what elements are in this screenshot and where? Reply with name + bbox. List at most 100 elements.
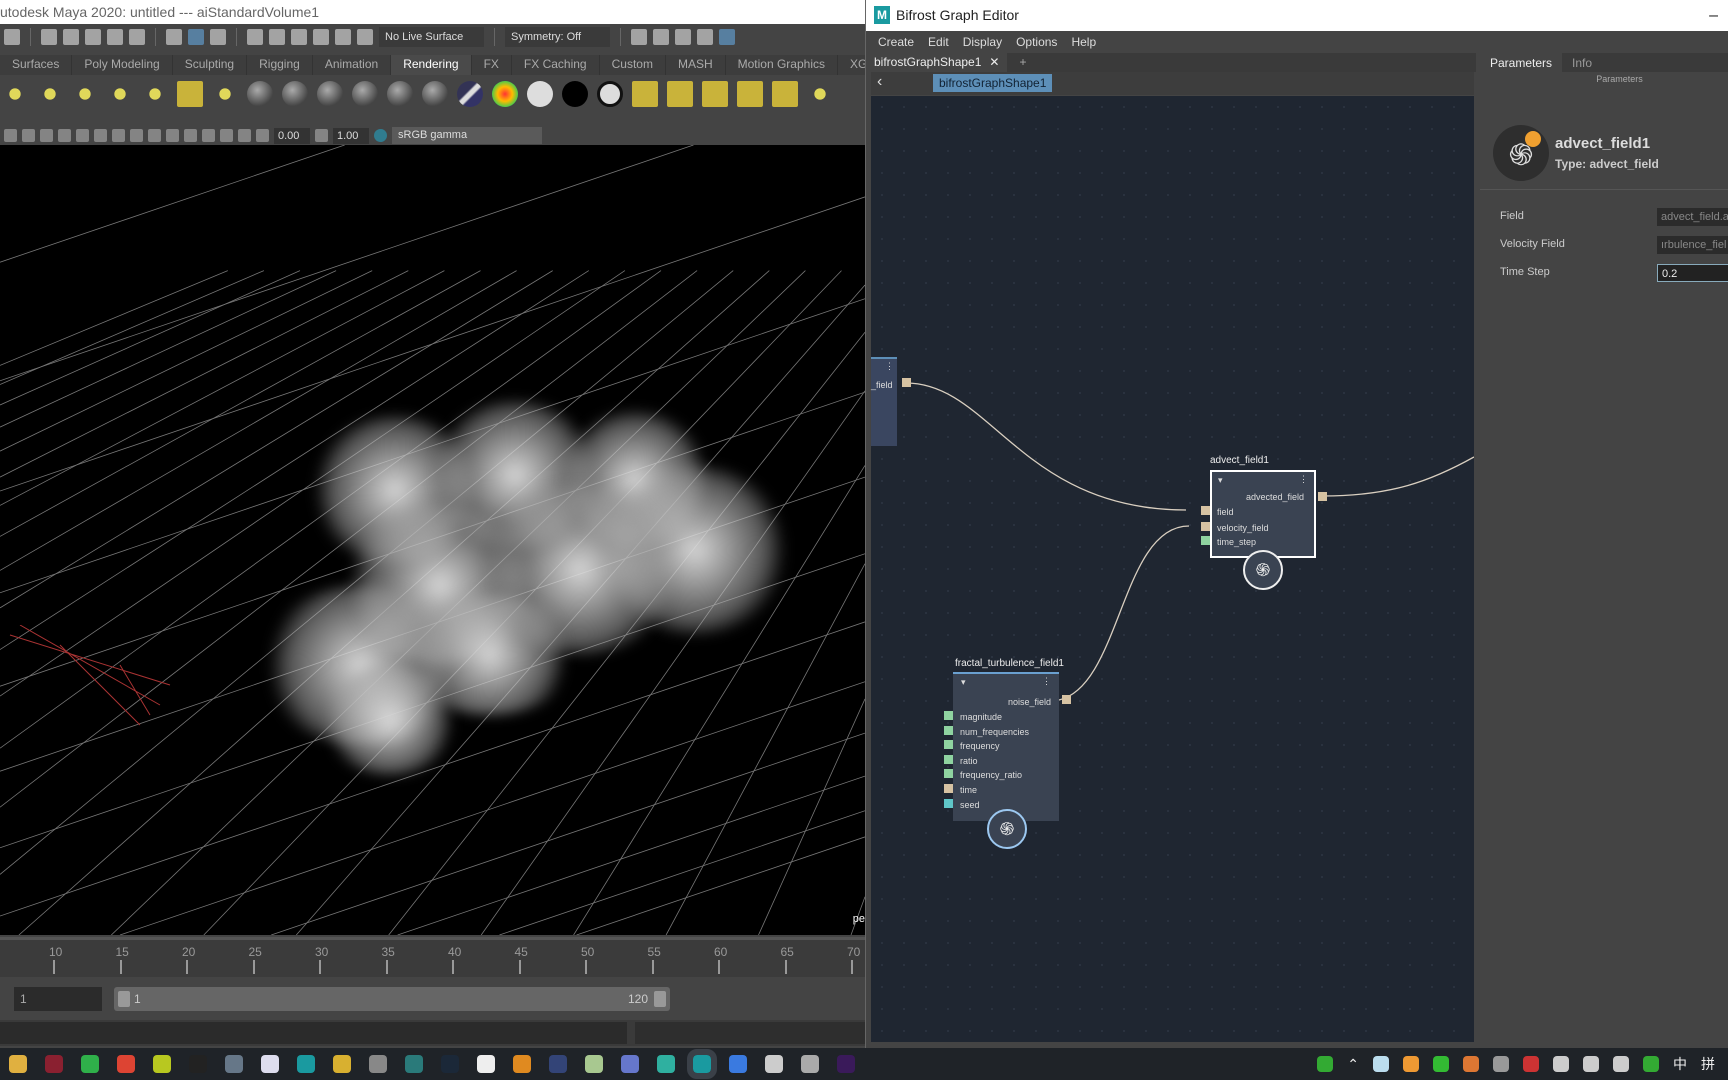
time-port[interactable]	[944, 784, 953, 793]
open-scene-icon[interactable]	[63, 29, 79, 45]
ipr-render-icon[interactable]	[675, 29, 691, 45]
color-management-icon[interactable]	[374, 129, 387, 142]
tab-bifrostGraphShape1[interactable]: bifrostGraphShape1 ✕	[866, 53, 1008, 72]
shelf-sphere-icon[interactable]	[422, 81, 448, 107]
shelf-tile-icon[interactable]	[667, 81, 693, 107]
wireframe-icon[interactable]	[112, 129, 125, 142]
tray-volume-icon[interactable]	[1613, 1056, 1629, 1072]
frequency-port[interactable]	[944, 740, 953, 750]
taskbar-app-red-icon[interactable]	[45, 1055, 63, 1073]
textured-icon[interactable]	[148, 129, 161, 142]
color-space-dropdown[interactable]: sRGB gamma	[392, 127, 542, 144]
snap-point-icon[interactable]	[291, 29, 307, 45]
live-surface-field[interactable]: No Live Surface	[379, 27, 484, 47]
tab-parameters[interactable]: Parameters	[1480, 53, 1563, 72]
node-menu-icon[interactable]: ⋮	[1299, 474, 1308, 485]
shelf-tab-sculpting[interactable]: Sculpting	[173, 55, 248, 75]
collapse-icon[interactable]: ▾	[961, 677, 966, 688]
velocity-field-port[interactable]	[1201, 522, 1210, 531]
shelf-sphere-icon[interactable]	[387, 81, 413, 107]
shelf-stripe-icon[interactable]	[457, 81, 483, 107]
tray-ime-icon[interactable]: 中	[1673, 1054, 1687, 1074]
snap-curve-icon[interactable]	[269, 29, 285, 45]
menu-set-dropdown[interactable]	[4, 29, 20, 45]
lights-icon[interactable]	[166, 129, 179, 142]
field-port[interactable]	[1201, 506, 1210, 515]
taskbar-vr-icon[interactable]	[549, 1055, 567, 1073]
tray-battery-icon[interactable]	[1583, 1056, 1599, 1072]
magnitude-port[interactable]	[944, 711, 953, 720]
ao-icon[interactable]	[202, 129, 215, 142]
shelf-light-icon[interactable]	[72, 81, 98, 107]
close-tab-icon[interactable]: ✕	[989, 55, 999, 70]
3d-viewport[interactable]: pe	[0, 145, 865, 935]
taskbar-explorer-icon[interactable]	[9, 1055, 27, 1073]
menu-display[interactable]: Display	[963, 31, 1002, 53]
taskbar-app-cloud-icon[interactable]	[765, 1055, 783, 1073]
shelf-tab-fx-caching[interactable]: FX Caching	[512, 55, 600, 75]
shelf-light-icon[interactable]	[212, 81, 238, 107]
smooth-shade-icon[interactable]	[130, 129, 143, 142]
ratio-port[interactable]	[944, 754, 953, 764]
shelf-tile-icon[interactable]	[632, 81, 658, 107]
taskbar-c4d-icon[interactable]	[621, 1055, 639, 1073]
tray-pen-icon[interactable]	[1643, 1056, 1659, 1072]
taskbar-notepad-icon[interactable]	[333, 1055, 351, 1073]
film-gate-icon[interactable]	[58, 129, 71, 142]
shelf-tab-surfaces[interactable]: Surfaces	[0, 55, 73, 75]
taskbar-recycle-icon[interactable]	[405, 1055, 423, 1073]
shelf-tile-icon[interactable]	[702, 81, 728, 107]
tray-wechat-icon[interactable]	[1463, 1056, 1479, 1072]
shelf-light-icon[interactable]	[107, 81, 133, 107]
exposure-field[interactable]: 0.00	[274, 127, 310, 144]
snap-view-icon[interactable]	[313, 29, 329, 45]
tray-network-icon[interactable]	[1523, 1056, 1539, 1072]
time-step-input[interactable]: 0.2	[1657, 264, 1728, 282]
render-settings-icon[interactable]	[697, 29, 713, 45]
shelf-tab-poly-modeling[interactable]: Poly Modeling	[72, 55, 173, 75]
num-frequencies-port[interactable]	[944, 725, 953, 735]
new-scene-icon[interactable]	[41, 29, 57, 45]
connection-velocity[interactable]	[1058, 525, 1190, 701]
collapse-icon[interactable]: ▾	[1218, 475, 1223, 486]
shelf-tab-fx[interactable]: FX	[472, 55, 512, 75]
isolate-icon[interactable]	[220, 129, 233, 142]
taskbar-calculator-icon[interactable]	[225, 1055, 243, 1073]
taskbar-maya-icon[interactable]	[297, 1055, 315, 1073]
shelf-sphere-icon[interactable]	[352, 81, 378, 107]
command-input[interactable]	[0, 1022, 627, 1044]
time-step-port[interactable]	[1201, 536, 1210, 545]
connection-advected-out[interactable]	[1322, 456, 1474, 497]
taskbar-steam-icon[interactable]	[441, 1055, 459, 1073]
advected-field-port[interactable]	[1318, 492, 1327, 501]
range-end-handle[interactable]	[654, 991, 666, 1007]
shelf-tab-rendering[interactable]: Rendering	[391, 55, 472, 75]
tray-ime-icon[interactable]: 拼	[1701, 1054, 1715, 1074]
back-arrow-icon[interactable]: ‹	[877, 73, 882, 91]
taskbar-app-gray-icon[interactable]	[369, 1055, 387, 1073]
taskbar-premiere-icon[interactable]	[837, 1055, 855, 1073]
select-object-icon[interactable]	[188, 29, 204, 45]
shelf-tile-icon[interactable]	[177, 81, 203, 107]
tray-chevron-up-icon[interactable]: ⌃	[1347, 1056, 1359, 1073]
taskbar-oculus-icon[interactable]	[477, 1055, 495, 1073]
tray-xbox-icon[interactable]	[1373, 1056, 1389, 1072]
partial-node[interactable]: ⋮ _field	[871, 357, 897, 446]
shelf-tile-icon[interactable]	[772, 81, 798, 107]
shelf-tab-animation[interactable]: Animation	[313, 55, 392, 75]
time-slider[interactable]: 10 15 20 25 30 35 40 45 50 55 60 65 70	[0, 937, 865, 977]
minimize-button[interactable]: –	[1709, 0, 1718, 31]
shelf-light-icon[interactable]	[37, 81, 63, 107]
shelf-tab-custom[interactable]: Custom	[600, 55, 666, 75]
node-menu-icon[interactable]: ⋮	[1042, 676, 1051, 687]
breadcrumb-item[interactable]: bifrostGraphShape1	[933, 74, 1053, 92]
gamma-field[interactable]: 1.00	[333, 127, 369, 144]
shelf-sphere-icon[interactable]	[247, 81, 273, 107]
symmetry-dropdown[interactable]: Symmetry: Off	[505, 27, 610, 47]
shelf-white-icon[interactable]	[527, 81, 553, 107]
node-menu-icon[interactable]: ⋮	[885, 361, 894, 372]
current-frame-field[interactable]: 1	[14, 987, 102, 1011]
camera-icon[interactable]	[4, 129, 17, 142]
xray-icon[interactable]	[238, 129, 251, 142]
shelf-tab-motion-graphics[interactable]: Motion Graphics	[726, 55, 838, 75]
